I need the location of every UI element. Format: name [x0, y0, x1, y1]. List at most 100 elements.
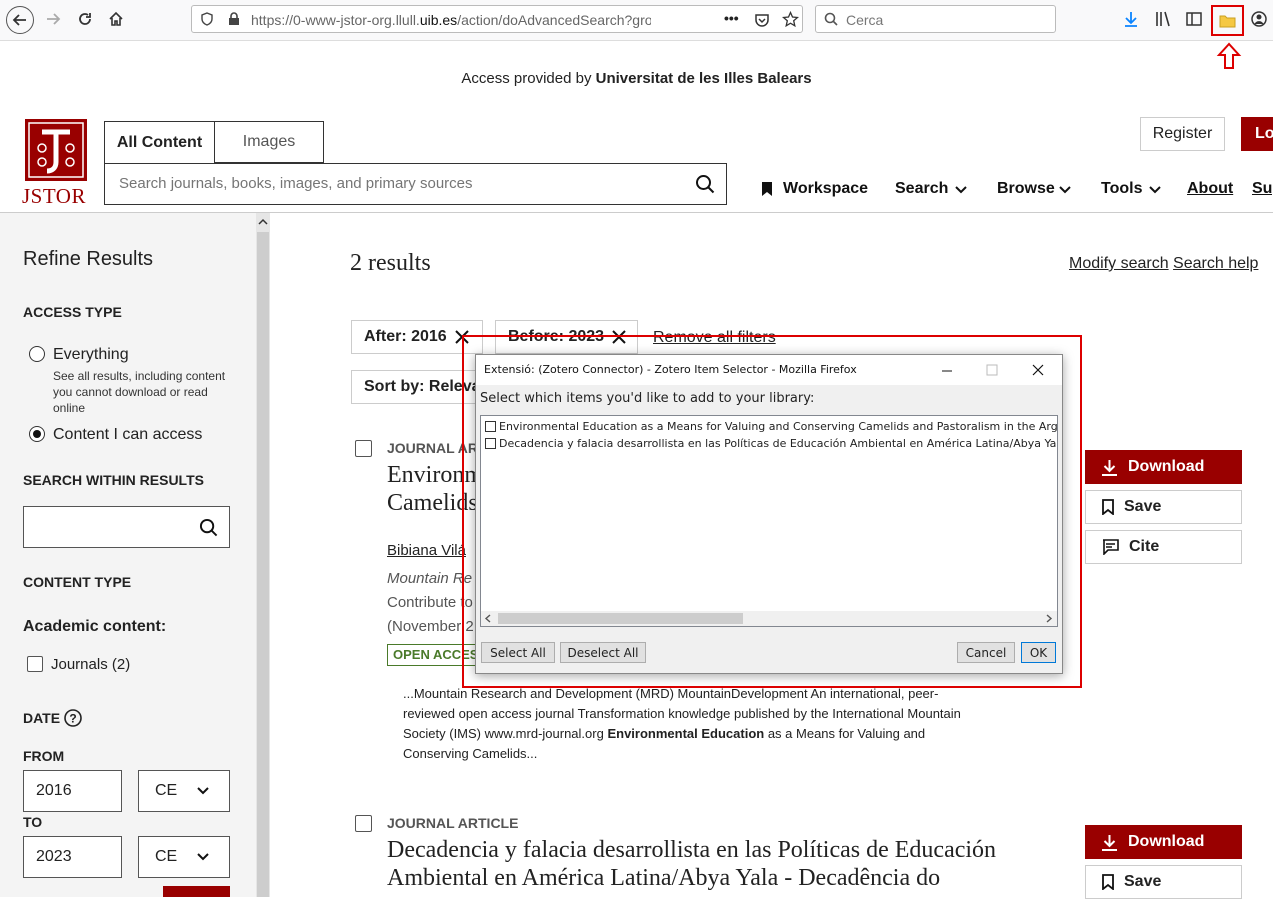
result-2-checkbox[interactable] [355, 815, 372, 832]
search-within-heading: SEARCH WITHIN RESULTS [23, 472, 204, 488]
help-icon[interactable]: ? [63, 708, 83, 728]
item-2-checkbox[interactable] [485, 438, 496, 449]
dialog-item-list[interactable]: Environmental Education as a Means for V… [480, 415, 1058, 627]
nav-tools[interactable]: Tools [1101, 180, 1142, 198]
from-era-select[interactable]: CE [138, 770, 230, 812]
nav-workspace[interactable]: Workspace [783, 180, 868, 198]
dialog-prompt: Select which items you'd like to add to … [480, 391, 815, 406]
url-text[interactable]: https://0-www-jstor-org.llull.uib.es/act… [251, 12, 651, 28]
forward-icon[interactable] [40, 6, 66, 32]
shield-icon[interactable] [200, 12, 214, 26]
scroll-left-icon[interactable] [484, 614, 492, 623]
chevron-down-icon [197, 787, 209, 795]
account-icon[interactable] [1250, 10, 1268, 28]
nav-support[interactable]: Sup [1252, 180, 1273, 198]
cite-icon [1103, 539, 1119, 555]
everything-description: See all results, including content you ca… [53, 369, 226, 415]
sidebar-toggle-icon[interactable] [1185, 10, 1203, 28]
refine-title: Refine Results [23, 248, 154, 270]
lock-icon[interactable] [228, 12, 240, 26]
result-2-download-button[interactable]: Download [1085, 825, 1242, 859]
browser-search-input[interactable]: Cerca [815, 5, 1056, 33]
download-icon [1102, 834, 1117, 851]
chevron-down-icon [1059, 186, 1071, 194]
main-search-input[interactable] [117, 174, 681, 193]
from-label: FROM [23, 748, 65, 764]
result-1-author[interactable]: Bibiana Vilá [387, 542, 466, 559]
scroll-right-icon[interactable] [1045, 614, 1053, 623]
result-2-save-button[interactable]: Save [1085, 865, 1242, 899]
result-1-snippet: ...Mountain Research and Development (MR… [403, 686, 961, 761]
main-search-box[interactable] [104, 163, 727, 205]
maximize-icon [986, 364, 998, 376]
library-icon[interactable] [1154, 10, 1172, 28]
jstor-emblem-icon [25, 119, 87, 181]
apply-date-button[interactable] [163, 886, 230, 897]
ok-button[interactable]: OK [1021, 642, 1056, 663]
journals-checkbox[interactable] [27, 656, 43, 672]
svg-text:?: ? [69, 712, 76, 726]
chevron-down-icon [197, 853, 209, 861]
reload-icon[interactable] [72, 6, 98, 32]
result-1-journal[interactable]: Mountain Re [387, 570, 472, 587]
home-icon[interactable] [103, 6, 129, 32]
bookmark-icon [1102, 874, 1114, 890]
pocket-icon[interactable] [754, 12, 770, 28]
list-hscrollbar-thumb[interactable] [498, 613, 743, 624]
download-icon [1102, 459, 1117, 476]
minimize-icon[interactable] [941, 365, 953, 377]
zotero-save-button[interactable] [1211, 5, 1244, 36]
result-1-save-button[interactable]: Save [1085, 490, 1242, 524]
radio-content-access[interactable] [29, 426, 45, 442]
page-actions-icon[interactable]: ••• [724, 10, 739, 26]
zotero-item-selector-dialog: Extensió: (Zotero Connector) - Zotero It… [475, 354, 1063, 674]
nav-search[interactable]: Search [895, 180, 948, 198]
to-year-input[interactable]: 2023 [23, 836, 122, 878]
to-label: TO [23, 814, 43, 830]
tab-all-content[interactable]: All Content [104, 121, 215, 163]
deselect-all-button[interactable]: Deselect All [560, 642, 646, 663]
chevron-down-icon [1149, 186, 1161, 194]
nav-browse[interactable]: Browse [997, 180, 1055, 198]
list-hscrollbar[interactable] [481, 611, 1057, 626]
search-help-link[interactable]: Search help [1173, 255, 1258, 272]
login-button[interactable]: Log [1241, 117, 1273, 151]
search-within-input[interactable] [23, 506, 230, 548]
browser-search-placeholder: Cerca [846, 12, 884, 28]
bookmark-star-icon[interactable] [782, 11, 799, 28]
tab-images[interactable]: Images [214, 121, 324, 163]
close-icon[interactable] [1032, 364, 1044, 376]
back-icon[interactable] [6, 6, 34, 34]
scroll-up-icon[interactable] [258, 218, 268, 226]
to-era-select[interactable]: CE [138, 836, 230, 878]
result-2-title[interactable]: Decadencia y falacia desarrollista en la… [387, 836, 996, 892]
results-links: Modify search Search help [1069, 255, 1258, 273]
result-2-type: JOURNAL ARTICLE [387, 815, 519, 831]
logo-text: JSTOR [22, 184, 86, 208]
jstor-logo[interactable]: JSTOR [22, 118, 88, 208]
radio-everything[interactable] [29, 346, 45, 362]
chevron-down-icon [955, 186, 967, 194]
result-1-download-button[interactable]: Download [1085, 450, 1242, 484]
list-item[interactable]: Environmental Education as a Means for V… [485, 420, 1057, 433]
url-bar[interactable]: https://0-www-jstor-org.llull.uib.es/act… [191, 5, 803, 33]
result-1-checkbox[interactable] [355, 440, 372, 457]
search-icon[interactable] [199, 518, 218, 537]
dialog-title: Extensió: (Zotero Connector) - Zotero It… [484, 363, 857, 376]
sidebar-scrollbar-thumb[interactable] [257, 232, 269, 897]
content-type-heading: CONTENT TYPE [23, 574, 132, 590]
list-item[interactable]: Decadencia y falacia desarrollista en la… [485, 437, 1057, 450]
cancel-button[interactable]: Cancel [957, 642, 1015, 663]
journals-label: Journals (2) [51, 656, 131, 673]
result-1-cite-button[interactable]: Cite [1085, 530, 1242, 564]
access-type-heading: ACCESS TYPE [23, 304, 122, 320]
search-icon[interactable] [695, 174, 715, 194]
register-button[interactable]: Register [1140, 117, 1225, 151]
nav-about[interactable]: About [1187, 180, 1233, 198]
downloads-icon[interactable] [1122, 10, 1140, 28]
item-1-checkbox[interactable] [485, 421, 496, 432]
folder-icon [1219, 15, 1236, 28]
from-year-input[interactable]: 2016 [23, 770, 122, 812]
modify-search-link[interactable]: Modify search [1069, 255, 1169, 272]
select-all-button[interactable]: Select All [481, 642, 555, 663]
